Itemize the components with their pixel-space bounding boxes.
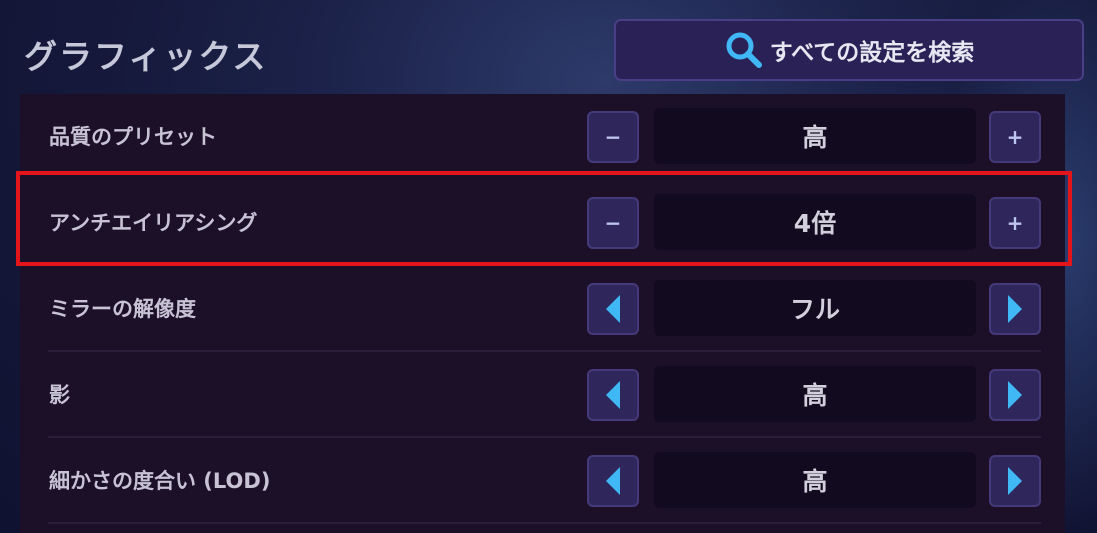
next-option-button[interactable] bbox=[989, 455, 1041, 507]
setting-label: 細かさの度合い (LOD) bbox=[49, 469, 271, 493]
setting-value-box: 高 bbox=[654, 108, 976, 164]
arrow-left-icon bbox=[606, 295, 620, 323]
setting-row-level-of-detail: 細かさの度合い (LOD) 高 bbox=[20, 438, 1065, 524]
setting-value-box: 高 bbox=[654, 366, 976, 422]
arrow-left-icon bbox=[606, 467, 620, 495]
arrow-right-icon bbox=[1008, 467, 1022, 495]
setting-value: 高 bbox=[802, 123, 828, 152]
setting-label: アンチエイリアシング bbox=[49, 211, 258, 235]
plus-icon: + bbox=[1006, 211, 1024, 235]
setting-label: 影 bbox=[49, 383, 70, 407]
setting-row-mirror-resolution: ミラーの解像度 フル bbox=[20, 266, 1065, 352]
search-button-label: すべての設定を検索 bbox=[769, 40, 975, 66]
setting-label: 品質のプリセット bbox=[49, 125, 217, 149]
decrease-button[interactable]: − bbox=[587, 111, 639, 163]
setting-row-quality-preset: 品質のプリセット − 高 + bbox=[20, 94, 1065, 180]
setting-label: ミラーの解像度 bbox=[49, 297, 196, 321]
setting-value-box: 4倍 bbox=[654, 194, 976, 250]
setting-value-box: フル bbox=[654, 280, 976, 336]
setting-value: 高 bbox=[802, 467, 828, 496]
decrease-button[interactable]: − bbox=[587, 197, 639, 249]
page-title: グラフィックス bbox=[24, 37, 268, 76]
settings-panel: 品質のプリセット − 高 + アンチエイリアシング − 4倍 + ミラーの解像度 bbox=[20, 94, 1065, 533]
previous-option-button[interactable] bbox=[587, 369, 639, 421]
setting-value: フル bbox=[789, 295, 840, 324]
previous-option-button[interactable] bbox=[587, 283, 639, 335]
setting-value-box: 高 bbox=[654, 452, 976, 508]
setting-row-anti-aliasing: アンチエイリアシング − 4倍 + bbox=[20, 180, 1065, 266]
setting-row-shadows: 影 高 bbox=[20, 352, 1065, 438]
plus-icon: + bbox=[1006, 125, 1024, 149]
arrow-right-icon bbox=[1008, 381, 1022, 409]
arrow-left-icon bbox=[606, 381, 620, 409]
row-divider bbox=[48, 522, 1041, 524]
previous-option-button[interactable] bbox=[587, 455, 639, 507]
next-option-button[interactable] bbox=[989, 283, 1041, 335]
next-option-button[interactable] bbox=[989, 369, 1041, 421]
setting-value: 高 bbox=[802, 381, 828, 410]
arrow-right-icon bbox=[1008, 295, 1022, 323]
increase-button[interactable]: + bbox=[989, 111, 1041, 163]
search-icon bbox=[724, 30, 764, 70]
setting-value: 4倍 bbox=[793, 209, 837, 238]
search-all-settings-button[interactable]: すべての設定を検索 bbox=[614, 19, 1084, 81]
increase-button[interactable]: + bbox=[989, 197, 1041, 249]
minus-icon: − bbox=[604, 125, 622, 149]
minus-icon: − bbox=[604, 211, 622, 235]
